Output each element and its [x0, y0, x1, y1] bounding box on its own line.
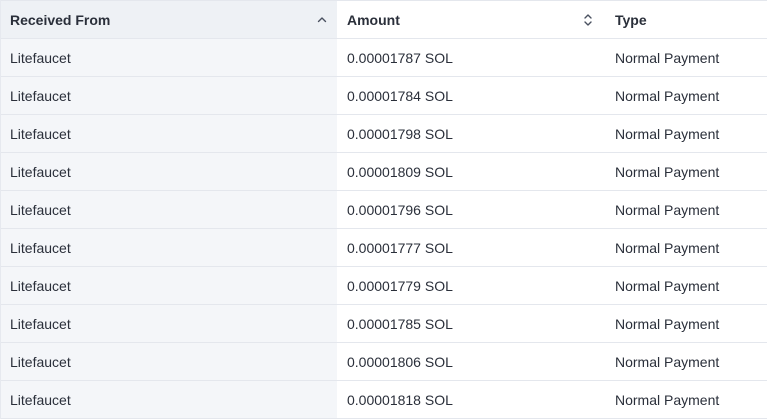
cell-type: Normal Payment [615, 391, 720, 408]
cell-received-from: Litefaucet [1, 381, 337, 418]
column-header-amount[interactable]: Amount [337, 1, 605, 38]
table-row[interactable]: Litefaucet 0.00001809 SOL Normal Payment [1, 153, 767, 191]
payments-table: Received From Amount Type Litefaucet 0.00… [0, 0, 767, 419]
cell-type: Normal Payment [615, 239, 720, 256]
chevron-up-icon[interactable] [315, 13, 329, 27]
cell-amount: 0.00001798 SOL [347, 125, 453, 142]
cell-amount: 0.00001785 SOL [347, 315, 453, 332]
cell-received-from: Litefaucet [1, 153, 337, 190]
cell-received-from: Litefaucet [1, 343, 337, 380]
table-row[interactable]: Litefaucet 0.00001806 SOL Normal Payment [1, 343, 767, 381]
cell-received-from: Litefaucet [1, 229, 337, 266]
table-row[interactable]: Litefaucet 0.00001785 SOL Normal Payment [1, 305, 767, 343]
cell-received-from: Litefaucet [1, 39, 337, 76]
column-header-label: Amount [347, 11, 400, 28]
table-row[interactable]: Litefaucet 0.00001796 SOL Normal Payment [1, 191, 767, 229]
cell-type: Normal Payment [615, 315, 720, 332]
cell-type: Normal Payment [615, 277, 720, 294]
cell-amount: 0.00001796 SOL [347, 201, 453, 218]
column-header-label: Received From [10, 11, 111, 28]
cell-received-from: Litefaucet [1, 77, 337, 114]
cell-amount: 0.00001787 SOL [347, 49, 453, 66]
column-header-received-from[interactable]: Received From [1, 1, 337, 38]
table-row[interactable]: Litefaucet 0.00001779 SOL Normal Payment [1, 267, 767, 305]
cell-received-from: Litefaucet [1, 305, 337, 342]
cell-amount: 0.00001809 SOL [347, 163, 453, 180]
cell-type: Normal Payment [615, 163, 720, 180]
cell-type: Normal Payment [615, 125, 720, 142]
table-header: Received From Amount Type [1, 0, 767, 39]
cell-type: Normal Payment [615, 201, 720, 218]
cell-received-from: Litefaucet [1, 115, 337, 152]
sort-up-down-icon[interactable] [581, 13, 595, 27]
cell-amount: 0.00001784 SOL [347, 87, 453, 104]
cell-amount: 0.00001779 SOL [347, 277, 453, 294]
table-row[interactable]: Litefaucet 0.00001798 SOL Normal Payment [1, 115, 767, 153]
cell-type: Normal Payment [615, 353, 720, 370]
cell-type: Normal Payment [615, 87, 720, 104]
cell-type: Normal Payment [615, 49, 720, 66]
cell-amount: 0.00001818 SOL [347, 391, 453, 408]
table-row[interactable]: Litefaucet 0.00001818 SOL Normal Payment [1, 381, 767, 419]
cell-amount: 0.00001806 SOL [347, 353, 453, 370]
table-row[interactable]: Litefaucet 0.00001784 SOL Normal Payment [1, 77, 767, 115]
table-row[interactable]: Litefaucet 0.00001777 SOL Normal Payment [1, 229, 767, 267]
cell-received-from: Litefaucet [1, 191, 337, 228]
table-row[interactable]: Litefaucet 0.00001787 SOL Normal Payment [1, 39, 767, 77]
cell-received-from: Litefaucet [1, 267, 337, 304]
column-header-type[interactable]: Type [605, 1, 767, 38]
table-body: Litefaucet 0.00001787 SOL Normal Payment Li… [1, 39, 767, 419]
cell-amount: 0.00001777 SOL [347, 239, 453, 256]
column-header-label: Type [615, 11, 647, 28]
